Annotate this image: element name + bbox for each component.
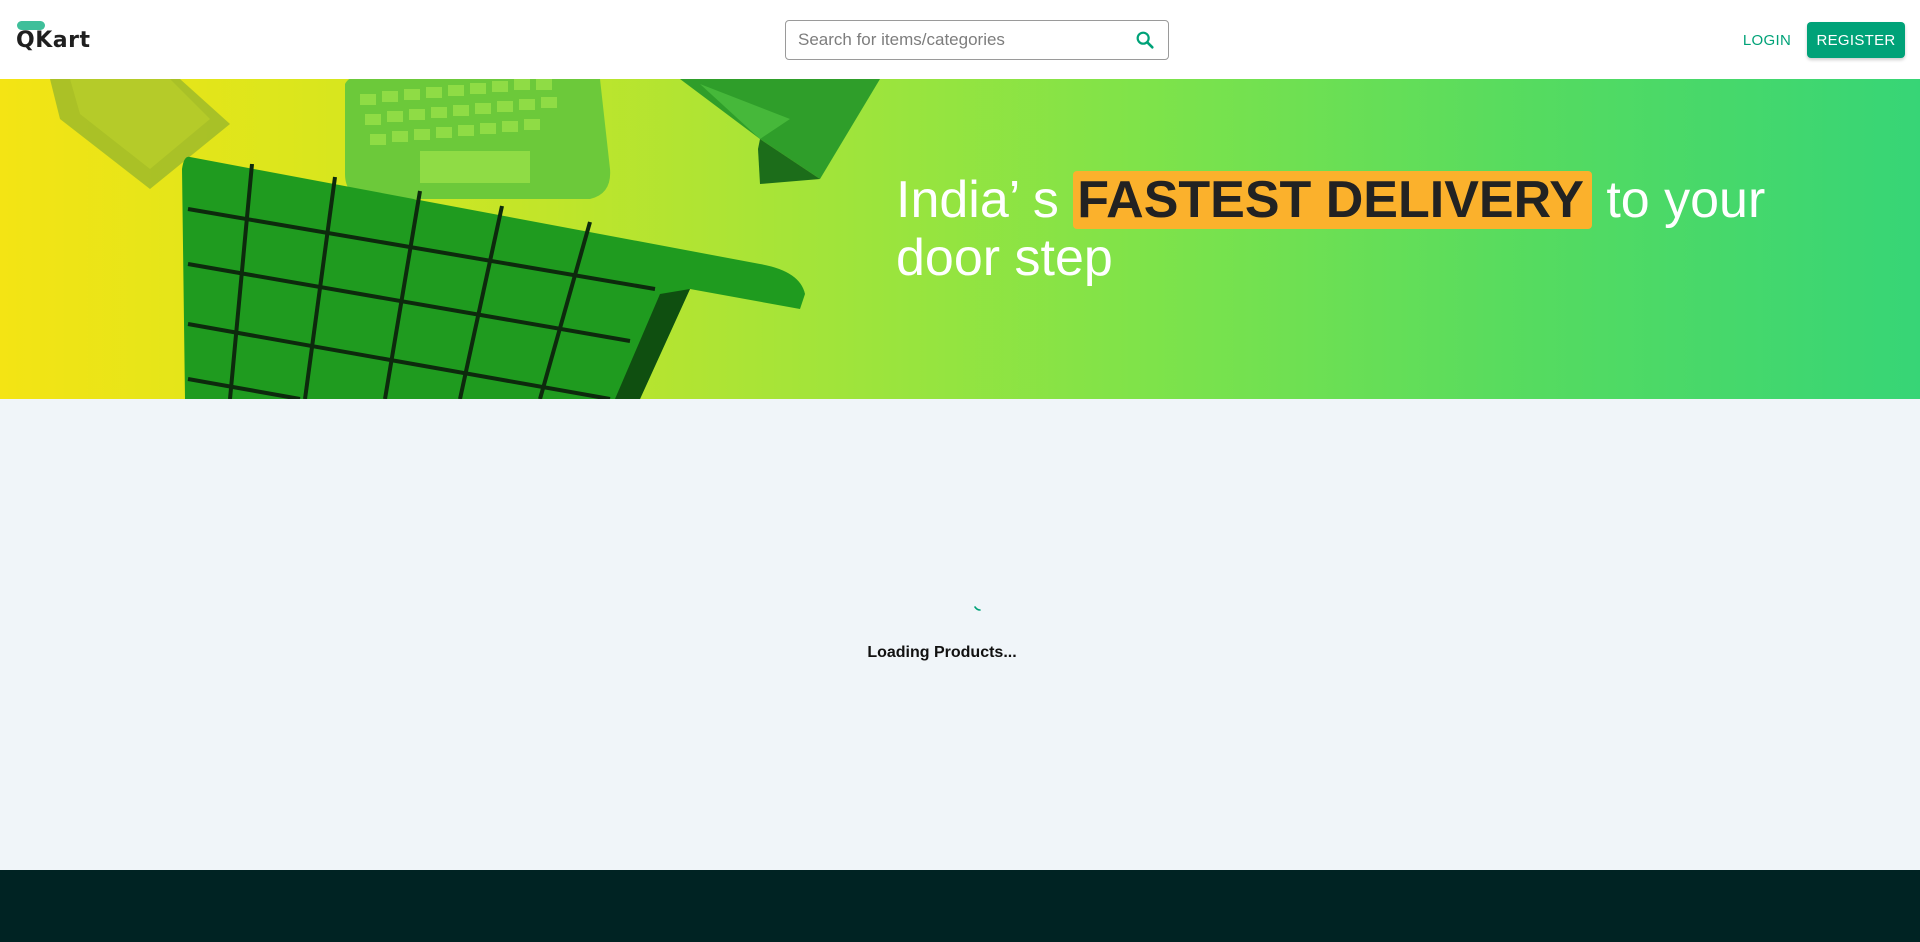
qkart-logo[interactable]: QKart: [16, 20, 96, 58]
hero-highlight: FASTEST DELIVERY: [1073, 171, 1592, 229]
hero-banner: India’ s FASTEST DELIVERY to your door s…: [0, 79, 1920, 399]
login-button[interactable]: LOGIN: [1734, 22, 1800, 58]
search-bar: [785, 20, 1169, 60]
shopping-cart-illustration: [50, 79, 880, 399]
loading-text: Loading Products...: [867, 644, 1017, 661]
loading-spinner-icon: [974, 606, 981, 611]
register-button[interactable]: REGISTER: [1807, 22, 1905, 58]
footer: [0, 870, 1920, 942]
app-header: QKart LOGIN REGISTER: [0, 0, 1920, 79]
search-icon[interactable]: [1134, 29, 1156, 51]
search-input[interactable]: [798, 21, 1118, 59]
hero-text-before: India’ s: [896, 171, 1074, 229]
logo-text: QKart: [16, 28, 91, 53]
loading-message: Loading Products...: [0, 644, 1920, 662]
hero-headline: India’ s FASTEST DELIVERY to your door s…: [896, 171, 1796, 287]
